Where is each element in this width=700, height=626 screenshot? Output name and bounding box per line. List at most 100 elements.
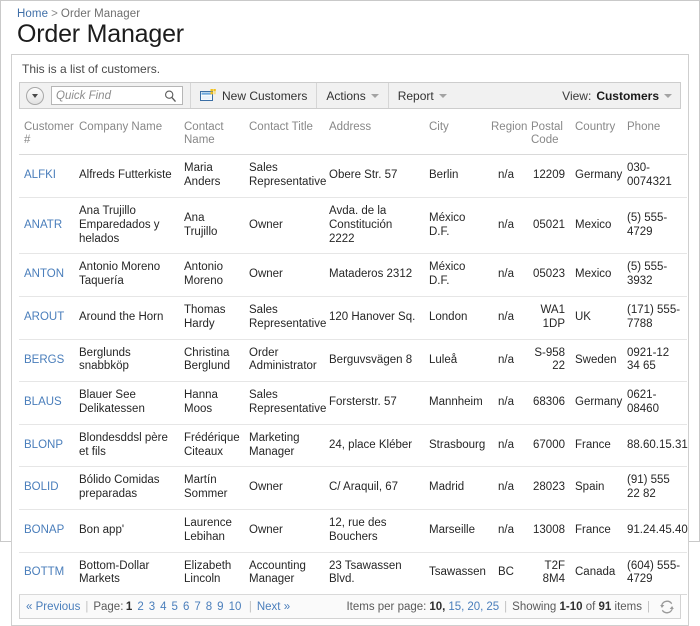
report-menu[interactable]: Report	[389, 83, 456, 108]
page-link[interactable]: 10	[229, 601, 242, 613]
customer-id-link[interactable]: BOTTM	[24, 566, 64, 578]
column-header-customer-id[interactable]: Customer #	[19, 116, 74, 156]
items-per-page-option[interactable]: 25	[486, 601, 499, 613]
cell-company: Antonio Moreno Taquería	[74, 253, 179, 298]
actions-menu[interactable]: Actions	[317, 83, 387, 108]
cell-company: Bon app'	[74, 509, 179, 553]
view-selector[interactable]: View: Customers	[553, 83, 680, 108]
cell-country: Germany	[570, 381, 622, 425]
page-link[interactable]: 9	[217, 601, 223, 613]
breadcrumb: Home > Order Manager	[9, 7, 691, 20]
cell-id: ANTON	[19, 253, 74, 298]
table-row[interactable]: BOLID Bólido Comidas preparadas Martín Som…	[19, 466, 687, 510]
app-window: Home > Order Manager Order Manager This is…	[0, 0, 700, 626]
column-header-country[interactable]: Country	[570, 116, 622, 156]
new-customers-button[interactable]: New Customers	[191, 83, 316, 108]
magnifier-icon[interactable]	[164, 89, 177, 103]
grid-toolbar: New Customers Actions Report View: Custo…	[19, 82, 681, 109]
customer-id-link[interactable]: AROUT	[24, 311, 64, 323]
customer-id-link[interactable]: BLAUS	[24, 396, 62, 408]
cell-phone: 88.60.15.31	[622, 424, 688, 468]
table-row[interactable]: BOTTM Bottom-Dollar Markets Elizabeth Linc…	[19, 552, 687, 596]
items-per-page-option[interactable]: 20,	[467, 601, 483, 613]
cell-postal: 68306	[526, 381, 570, 425]
column-header-region[interactable]: Region	[486, 116, 527, 156]
customer-id-link[interactable]: ALFKI	[24, 169, 56, 181]
table-row[interactable]: ANATR Ana Trujillo Emparedados y helados A…	[19, 197, 687, 255]
cell-postal: 13008	[526, 509, 570, 553]
cell-contact: Christina Berglund	[179, 339, 244, 383]
customer-id-link[interactable]: BOLID	[24, 481, 59, 493]
page-link-active[interactable]: 1	[126, 601, 132, 613]
cell-region: n/a	[486, 154, 526, 199]
cell-city: México D.F.	[424, 197, 486, 255]
cell-id: ANATR	[19, 197, 74, 255]
customers-panel: This is a list of customers. Quick Find …	[11, 54, 689, 626]
column-header-contact-name[interactable]: Contact Name	[179, 116, 244, 156]
chevron-down-icon	[370, 93, 379, 98]
page-number-list: 1 2 3 4 5 6 7 8 9 10	[123, 601, 243, 613]
cell-city: London	[424, 296, 486, 340]
cell-region: n/a	[486, 253, 526, 298]
cell-phone: (5) 555-3932	[622, 253, 687, 298]
breadcrumb-home-link[interactable]: Home	[17, 8, 48, 20]
customer-id-link[interactable]: BLONP	[24, 439, 63, 451]
cell-postal: T2F 8M4	[526, 552, 570, 596]
quick-find-wrapper[interactable]	[51, 86, 183, 105]
cell-region: n/a	[486, 509, 526, 553]
report-label: Report	[397, 88, 434, 103]
table-row[interactable]: BLAUS Blauer See Delikatessen Hanna Moos Sa…	[19, 381, 687, 425]
cell-contact: Elizabeth Lincoln	[179, 552, 244, 596]
cell-title: Owner	[244, 509, 324, 553]
customer-id-link[interactable]: BERGS	[24, 354, 64, 366]
customer-id-link[interactable]: ANATR	[24, 219, 62, 231]
column-header-company-name[interactable]: Company Name	[74, 116, 179, 156]
cell-postal: 12209	[526, 154, 570, 199]
table-row[interactable]: AROUT Around the Horn Thomas Hardy Sales Re…	[19, 296, 687, 340]
table-row[interactable]: ANTON Antonio Moreno Taquería Antonio More…	[19, 253, 687, 298]
page-link[interactable]: 3	[149, 601, 155, 613]
customers-grid: Customer # Company Name Contact Name Con…	[19, 116, 688, 596]
cell-country: UK	[570, 296, 622, 340]
cell-address: Mataderos 2312	[324, 253, 424, 298]
column-header-contact-title[interactable]: Contact Title	[244, 116, 324, 156]
cell-company: Around the Horn	[74, 296, 179, 340]
new-window-icon	[200, 89, 216, 101]
cell-contact: Ana Trujillo	[179, 197, 244, 255]
of-label: of	[585, 600, 596, 613]
page-link[interactable]: 2	[137, 601, 143, 613]
cell-contact: Frédérique Citeaux	[179, 424, 244, 468]
previous-page-link[interactable]: « Previous	[26, 601, 80, 613]
customer-id-link[interactable]: BONAP	[24, 524, 64, 536]
items-per-page-option[interactable]: 15,	[448, 601, 464, 613]
refresh-icon[interactable]	[660, 600, 674, 614]
view-value: Customers	[596, 88, 659, 103]
footer-separator: |	[248, 600, 252, 613]
chevron-down-icon	[664, 93, 672, 98]
page-link[interactable]: 6	[183, 601, 189, 613]
cell-address: Avda. de la Constitución 2222	[324, 197, 424, 255]
cell-address: Berguvsvägen 8	[324, 339, 424, 383]
chevron-down-circle-icon[interactable]	[26, 86, 44, 105]
search-input[interactable]	[52, 87, 168, 104]
page-link[interactable]: 8	[206, 601, 212, 613]
column-header-city[interactable]: City	[424, 116, 486, 156]
cell-title: Accounting Manager	[244, 552, 324, 596]
column-header-address[interactable]: Address	[324, 116, 424, 156]
items-per-page-active[interactable]: 10,	[429, 601, 445, 613]
column-header-postal-code[interactable]: Postal Code	[526, 116, 570, 156]
cell-region: n/a	[486, 296, 526, 340]
page-link[interactable]: 7	[194, 601, 200, 613]
table-row[interactable]: BONAP Bon app' Laurence Lebihan Owner 12, ru…	[19, 509, 688, 553]
table-row[interactable]: BLONP Blondesddsl père et fils Frédérique …	[19, 424, 688, 468]
cell-country: Mexico	[570, 197, 622, 255]
cell-title: Owner	[244, 466, 324, 510]
page-link[interactable]: 4	[160, 601, 166, 613]
next-page-link[interactable]: Next »	[257, 601, 290, 613]
page-link[interactable]: 5	[172, 601, 178, 613]
table-row[interactable]: ALFKI Alfreds Futterkiste Maria Anders Sale…	[19, 154, 687, 199]
table-row[interactable]: BERGS Berglunds snabbköp Christina Berglun…	[19, 339, 687, 383]
customer-id-link[interactable]: ANTON	[24, 268, 64, 280]
column-header-phone[interactable]: Phone	[622, 116, 687, 156]
panel-description: This is a list of customers.	[22, 62, 161, 76]
